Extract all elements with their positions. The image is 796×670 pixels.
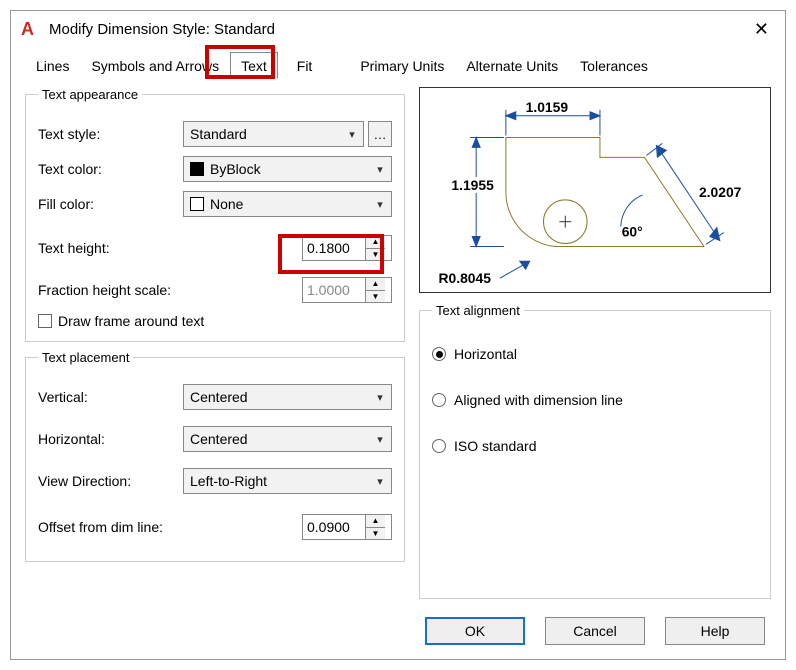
checkbox-draw-frame[interactable]: Draw frame around text	[38, 313, 392, 329]
legend-placement: Text placement	[38, 350, 133, 365]
tab-tolerances[interactable]: Tolerances	[569, 52, 659, 79]
legend-appearance: Text appearance	[38, 87, 142, 102]
tab-fit[interactable]: Fit	[278, 52, 324, 79]
right-column: 1.0159 1.1955 2.0207 60° R0.8045 Text al…	[419, 87, 771, 599]
svg-text:R0.8045: R0.8045	[439, 270, 492, 286]
combo-text-color[interactable]: ByBlock ▾	[183, 156, 392, 182]
radio-aligned[interactable]: Aligned with dimension line	[432, 392, 758, 408]
arrow-down-icon: ▼	[366, 291, 385, 303]
label-horizontal: Horizontal:	[38, 431, 183, 447]
spinner-offset[interactable]: ▲▼	[302, 514, 392, 540]
label-view-direction: View Direction:	[38, 473, 183, 489]
label-offset: Offset from dim line:	[38, 519, 208, 535]
ok-button[interactable]: OK	[425, 617, 525, 645]
window-title: Modify Dimension Style: Standard	[49, 21, 748, 38]
radio-icon[interactable]	[432, 439, 446, 453]
input-fraction-height	[303, 278, 365, 302]
arrow-down-icon[interactable]: ▼	[366, 528, 385, 540]
label-vertical: Vertical:	[38, 389, 183, 405]
label-fill-color: Fill color:	[38, 196, 183, 212]
chevron-down-icon: ▾	[347, 128, 357, 141]
tab-alternate-units[interactable]: Alternate Units	[455, 52, 569, 79]
radio-icon[interactable]	[432, 347, 446, 361]
label-align-iso: ISO standard	[454, 438, 537, 454]
app-icon: A	[21, 19, 41, 39]
label-align-aligned: Aligned with dimension line	[454, 392, 623, 408]
help-button[interactable]: Help	[665, 617, 765, 645]
label-align-horizontal: Horizontal	[454, 346, 517, 362]
arrow-up-icon[interactable]: ▲	[366, 236, 385, 249]
color-swatch-none	[190, 197, 204, 211]
combo-view-direction[interactable]: Left-to-Right ▾	[183, 468, 392, 494]
svg-text:1.0159: 1.0159	[526, 99, 569, 115]
checkbox-icon[interactable]	[38, 314, 52, 328]
label-text-height: Text height:	[38, 240, 183, 256]
svg-text:60°: 60°	[622, 224, 643, 240]
spinner-arrows[interactable]: ▲▼	[365, 515, 385, 539]
tab-text[interactable]: Text	[230, 52, 278, 79]
tab-symbols-arrows[interactable]: Symbols and Arrows	[80, 52, 230, 79]
radio-iso[interactable]: ISO standard	[432, 438, 758, 454]
svg-text:1.1955: 1.1955	[451, 177, 494, 193]
group-text-placement: Text placement Vertical: Centered ▾ Hori…	[25, 350, 405, 562]
dialog-buttons: OK Cancel Help	[11, 607, 785, 659]
spinner-arrows[interactable]: ▲▼	[365, 236, 385, 260]
label-text-color: Text color:	[38, 161, 183, 177]
arrow-up-icon[interactable]: ▲	[366, 515, 385, 528]
legend-alignment: Text alignment	[432, 303, 524, 318]
chevron-down-icon: ▾	[375, 391, 385, 404]
group-text-appearance: Text appearance Text style: Standard ▾ ……	[25, 87, 405, 342]
svg-text:2.0207: 2.0207	[699, 184, 742, 200]
label-fraction-height: Fraction height scale:	[38, 282, 208, 298]
arrow-down-icon[interactable]: ▼	[366, 249, 385, 261]
arrow-up-icon: ▲	[366, 278, 385, 291]
spinner-text-height[interactable]: ▲▼	[302, 235, 392, 261]
input-offset[interactable]	[303, 515, 365, 539]
radio-icon[interactable]	[432, 393, 446, 407]
tab-spacer	[323, 52, 349, 79]
titlebar: A Modify Dimension Style: Standard ✕	[11, 11, 785, 47]
label-text-style: Text style:	[38, 126, 183, 142]
dimension-style-dialog: A Modify Dimension Style: Standard ✕ Lin…	[10, 10, 786, 660]
chevron-down-icon: ▾	[375, 163, 385, 176]
close-icon[interactable]: ✕	[748, 20, 775, 38]
color-swatch-byblock	[190, 162, 204, 176]
combo-vertical[interactable]: Centered ▾	[183, 384, 392, 410]
combo-text-style[interactable]: Standard ▾	[183, 121, 364, 147]
left-column: Text appearance Text style: Standard ▾ ……	[25, 87, 405, 599]
group-text-alignment: Text alignment Horizontal Aligned with d…	[419, 303, 771, 599]
spinner-fraction-height: ▲▼	[302, 277, 392, 303]
cancel-button[interactable]: Cancel	[545, 617, 645, 645]
radio-horizontal[interactable]: Horizontal	[432, 346, 758, 362]
tab-lines[interactable]: Lines	[25, 52, 80, 79]
combo-horizontal[interactable]: Centered ▾	[183, 426, 392, 452]
input-text-height[interactable]	[303, 236, 365, 260]
chevron-down-icon: ▾	[375, 433, 385, 446]
dimension-preview: 1.0159 1.1955 2.0207 60° R0.8045	[419, 87, 771, 293]
tab-primary-units[interactable]: Primary Units	[349, 52, 455, 79]
chevron-down-icon: ▾	[375, 475, 385, 488]
combo-fill-color[interactable]: None ▾	[183, 191, 392, 217]
spinner-arrows: ▲▼	[365, 278, 385, 302]
label-draw-frame: Draw frame around text	[58, 313, 204, 329]
text-style-browse-button[interactable]: …	[368, 121, 392, 147]
tab-bar: Lines Symbols and Arrows Text Fit Primar…	[11, 47, 785, 79]
chevron-down-icon: ▾	[375, 198, 385, 211]
